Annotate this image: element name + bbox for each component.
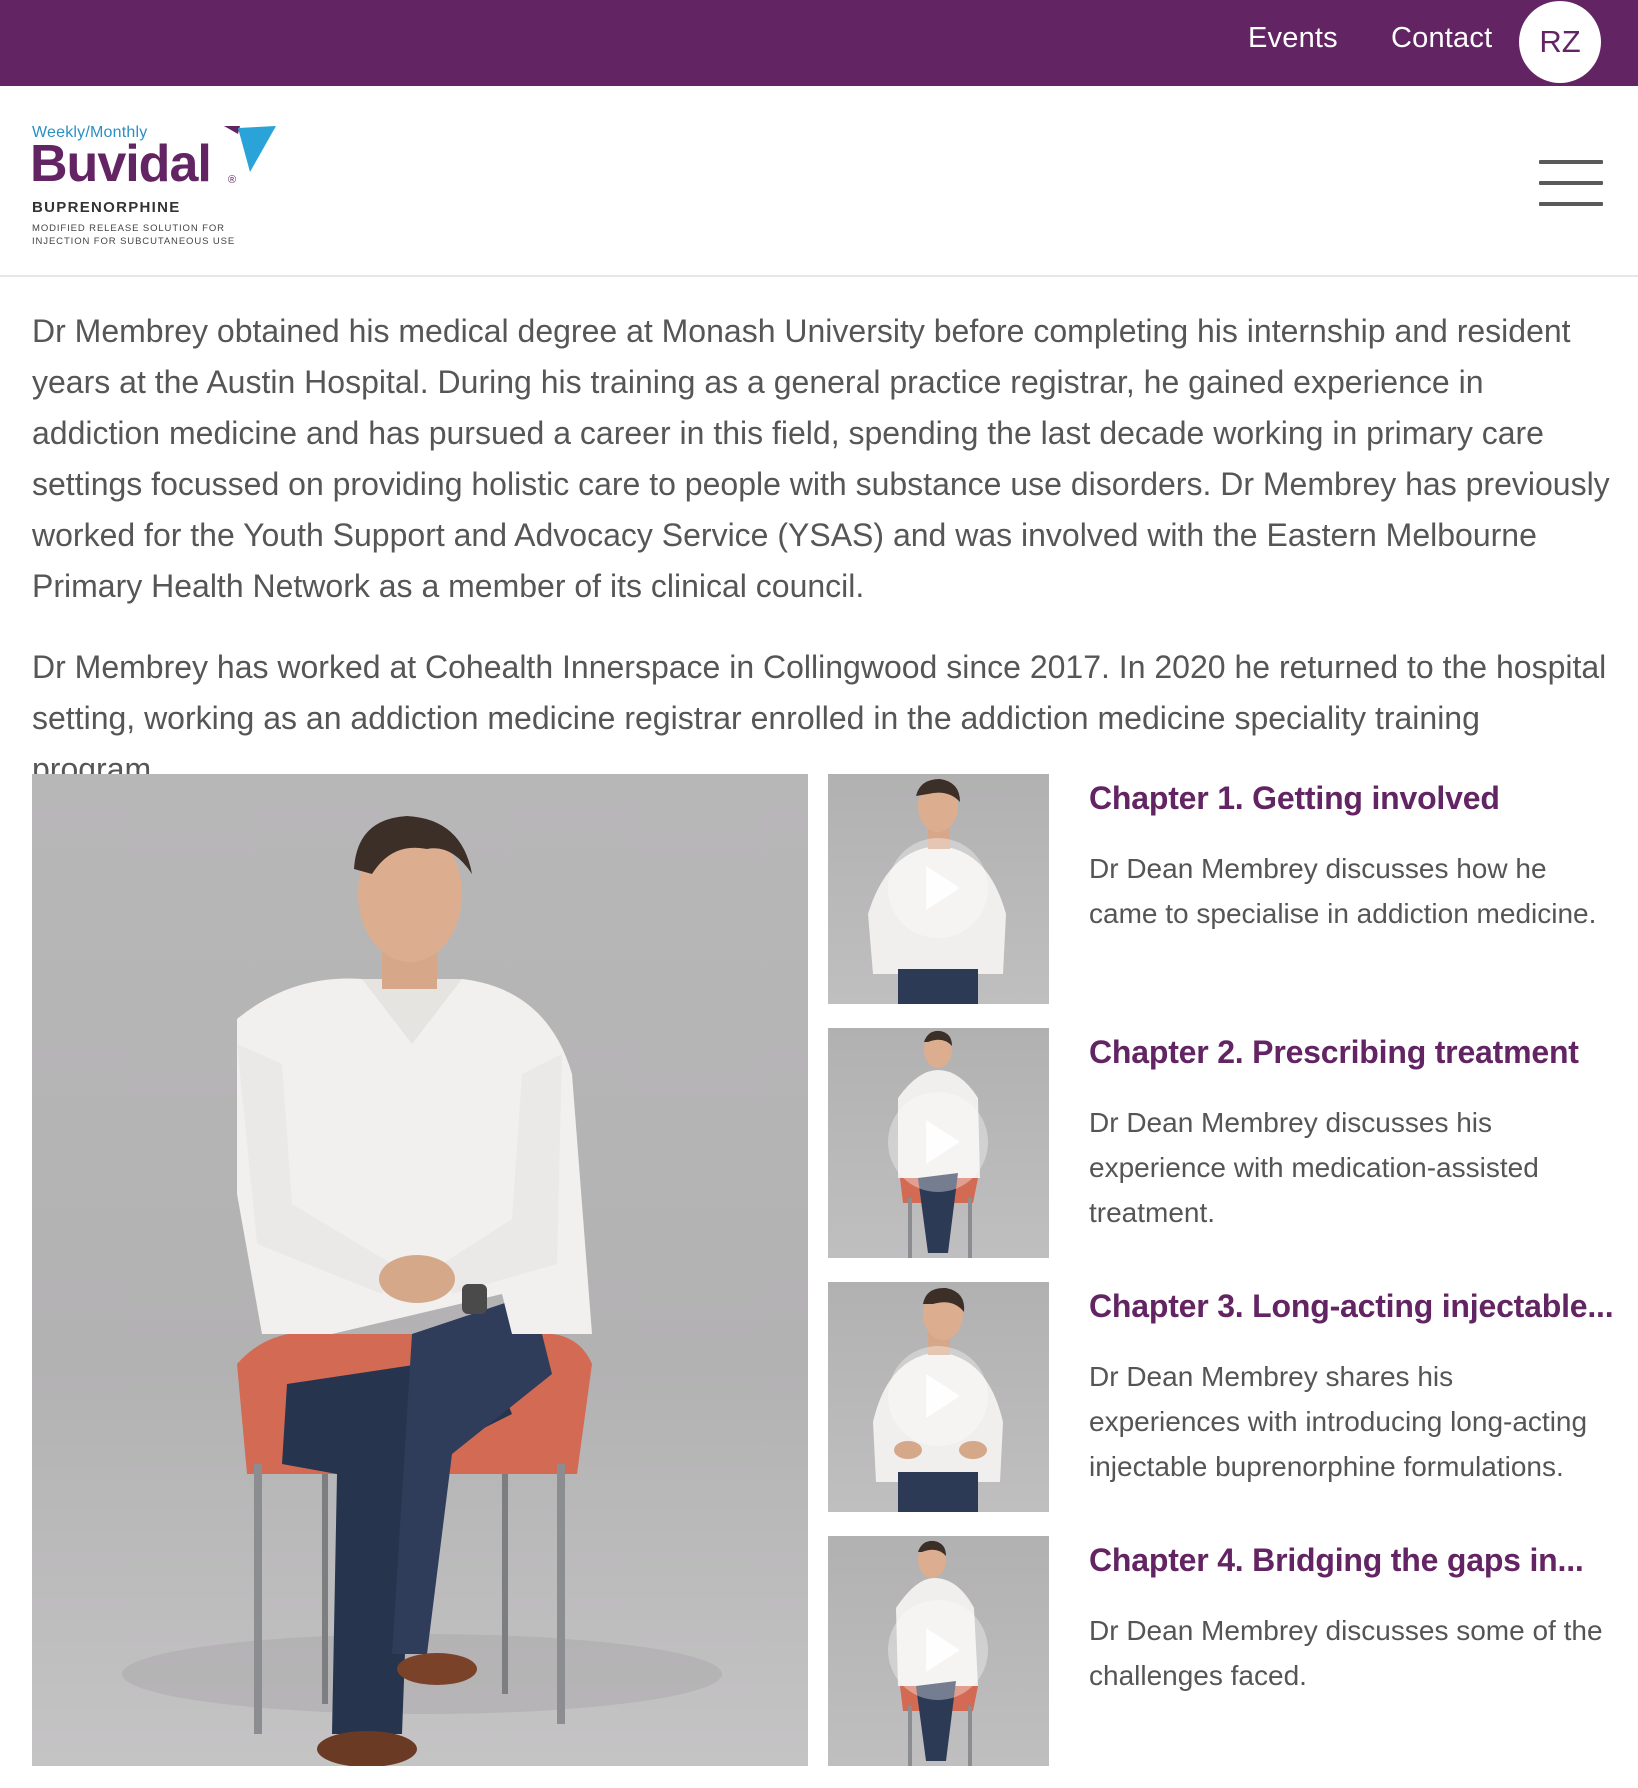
main-video-player[interactable]	[32, 774, 808, 1766]
logo-brand: Buvidal	[30, 135, 212, 193]
logo-registered-mark: ®	[228, 174, 237, 186]
chapter-thumbnail[interactable]	[828, 1536, 1049, 1766]
chapter-thumbnail[interactable]	[828, 1028, 1049, 1258]
chapter-title[interactable]: Chapter 4. Bridging the gaps in...	[1089, 1542, 1584, 1579]
chapter-item[interactable]: Chapter 1. Getting involved Dr Dean Memb…	[828, 774, 1608, 1006]
logo-description-line: MODIFIED RELEASE SOLUTION FOR	[32, 223, 225, 234]
chapter-title[interactable]: Chapter 3. Long-acting injectable...	[1089, 1288, 1614, 1325]
hamburger-icon[interactable]	[1539, 160, 1603, 206]
play-icon[interactable]	[888, 1600, 988, 1700]
play-icon[interactable]	[888, 838, 988, 938]
chapter-description: Dr Dean Membrey shares his experiences w…	[1089, 1361, 1588, 1482]
logo-description-line: INJECTION FOR SUBCUTANEOUS USE	[32, 236, 236, 247]
buvidal-logo[interactable]: Weekly/Monthly Buvidal ® BUPRENORPHINE M…	[30, 124, 282, 254]
logo-description: MODIFIED RELEASE SOLUTION FOR INJECTION …	[32, 222, 262, 248]
chapter-item[interactable]: Chapter 2. Prescribing treatment Dr Dean…	[828, 1028, 1608, 1260]
chapter-title[interactable]: Chapter 2. Prescribing treatment	[1089, 1034, 1579, 1071]
play-icon[interactable]	[888, 1092, 988, 1192]
nav-link-events[interactable]: Events	[1248, 22, 1338, 55]
user-avatar[interactable]: RZ	[1519, 1, 1601, 83]
nav-link-contact[interactable]: Contact	[1391, 22, 1492, 55]
chapter-description: Dr Dean Membrey discusses his experience…	[1089, 1107, 1539, 1228]
chapter-thumbnail[interactable]	[828, 774, 1049, 1004]
video-still-image	[122, 816, 722, 1766]
top-bar: Events Contact RZ	[0, 0, 1638, 86]
chapter-description: Dr Dean Membrey discusses some of the ch…	[1089, 1615, 1603, 1691]
chapter-title[interactable]: Chapter 1. Getting involved	[1089, 780, 1500, 817]
chapter-item[interactable]: Chapter 3. Long-acting injectable... Dr …	[828, 1282, 1614, 1514]
logo-generic-name: BUPRENORPHINE	[32, 199, 181, 216]
play-icon[interactable]	[888, 1346, 988, 1446]
bio-paragraph: Dr Membrey obtained his medical degree a…	[32, 313, 1610, 604]
chapter-thumbnail[interactable]	[828, 1282, 1049, 1512]
chapter-description: Dr Dean Membrey discusses how he came to…	[1089, 853, 1597, 929]
chapter-item[interactable]: Chapter 4. Bridging the gaps in... Dr De…	[828, 1536, 1608, 1768]
site-header: Weekly/Monthly Buvidal ® BUPRENORPHINE M…	[0, 86, 1638, 277]
bio-section: Dr Membrey obtained his medical degree a…	[32, 306, 1612, 825]
bio-paragraph: Dr Membrey has worked at Cohealth Inners…	[32, 649, 1607, 787]
logo-tick-icon	[224, 126, 276, 172]
